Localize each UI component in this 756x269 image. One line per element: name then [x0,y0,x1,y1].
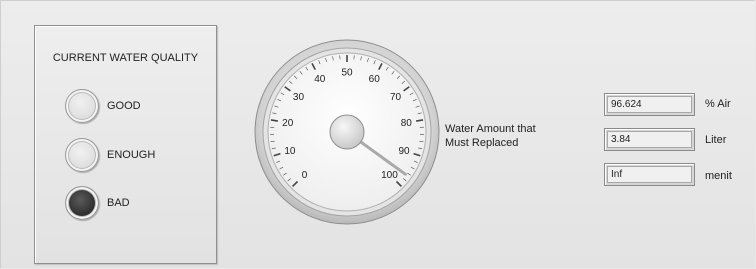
water-amount-gauge[interactable]: 0 10 20 30 40 50 60 70 80 90 100 [253,38,441,226]
gauge-tick-label: 30 [293,92,305,103]
gauge-tick-label: 50 [341,68,353,79]
liter-readout[interactable]: 3.84 [604,128,695,151]
liter-unit: Liter [705,134,727,146]
indicator-enough[interactable]: ENOUGH [65,137,155,173]
gauge-tick-label: 40 [314,74,326,85]
gauge-tick-label: 70 [390,92,402,103]
time-unit: menit [705,170,732,182]
gauge-dial: 0 10 20 30 40 50 60 70 80 90 100 [254,39,440,225]
gauge-caption: Water Amount that Must Replaced [445,122,585,150]
gauge-hub [329,114,365,150]
gauge-tick-label: 10 [284,146,296,157]
indicator-good[interactable]: GOOD [65,88,141,124]
percent-air-value: 96.624 [607,96,692,113]
water-quality-panel: CURRENT WATER QUALITY GOOD ENOUGH BAD [34,25,217,264]
gauge-caption-line2: Must Replaced [445,137,519,149]
indicator-good-label: GOOD [107,100,141,112]
good-led-icon[interactable] [65,89,99,123]
gauge-major-tick [416,119,424,122]
enough-led-icon[interactable] [65,138,99,172]
gauge-tick-label: 80 [401,118,413,129]
indicator-bad[interactable]: BAD [65,185,130,221]
gauge-tick-label: 90 [399,146,411,157]
percent-air-unit: % Air [705,98,731,110]
quality-panel-title: CURRENT WATER QUALITY [52,52,199,64]
gauge-major-tick [270,119,278,122]
percent-air-readout[interactable]: 96.624 [604,93,695,116]
gauge-caption-line1: Water Amount that [445,123,536,135]
indicator-enough-label: ENOUGH [107,149,156,161]
bad-led-icon[interactable] [65,186,99,220]
indicator-bad-label: BAD [107,197,130,209]
gauge-tick-label: 100 [381,170,398,181]
gauge-tick-label: 20 [282,118,294,129]
liter-value: 3.84 [607,131,692,148]
gauge-tick-label: 0 [302,170,308,181]
time-value: Inf [607,166,692,183]
time-readout[interactable]: Inf [604,163,695,186]
gauge-tick-label: 60 [369,74,381,85]
